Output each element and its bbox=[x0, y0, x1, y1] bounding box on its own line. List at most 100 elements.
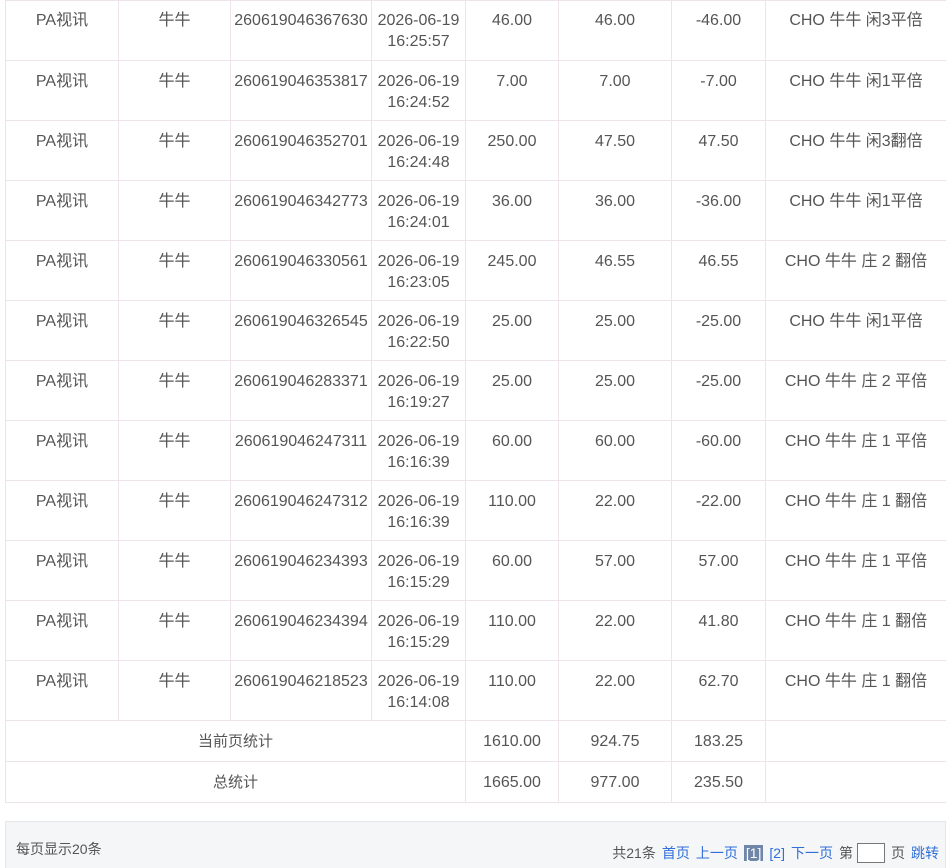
order-number-cell: 260619046352701 bbox=[230, 120, 372, 181]
win-loss-cell: 47.50 bbox=[671, 120, 766, 181]
bet-amount-cell: 110.00 bbox=[465, 600, 559, 661]
game-cell: 牛牛 bbox=[118, 540, 231, 601]
table-body: PA视讯 牛牛 260619046367630 2026-06-19 16:25:57… bbox=[5, 0, 946, 721]
table-row: PA视讯 牛牛 260619046326545 2026-06-19 16:22:50… bbox=[5, 300, 946, 361]
game-cell: 牛牛 bbox=[118, 420, 231, 481]
order-number-cell: 260619046247311 bbox=[230, 420, 372, 481]
platform-cell: PA视讯 bbox=[5, 540, 119, 601]
bet-detail-cell: CHO 牛牛 庄 1 平倍 bbox=[765, 420, 946, 481]
platform-cell: PA视讯 bbox=[5, 660, 119, 721]
bet-time-cell: 2026-06-19 16:22:50 bbox=[371, 300, 466, 361]
bet-amount-cell: 110.00 bbox=[465, 480, 559, 541]
valid-amount-cell: 7.00 bbox=[558, 60, 672, 121]
win-loss-cell: 62.70 bbox=[671, 660, 766, 721]
page-summary-row: 当前页统计 1610.00 924.75 183.25 bbox=[5, 720, 946, 762]
order-number-cell: 260619046330561 bbox=[230, 240, 372, 301]
bet-detail-cell: CHO 牛牛 闲1平倍 bbox=[765, 60, 946, 121]
page-2-link[interactable]: [2] bbox=[769, 845, 785, 861]
bet-detail-cell: CHO 牛牛 庄 1 翻倍 bbox=[765, 480, 946, 541]
valid-amount-cell: 22.00 bbox=[558, 660, 672, 721]
bet-amount-cell: 60.00 bbox=[465, 420, 559, 481]
valid-amount-cell: 57.00 bbox=[558, 540, 672, 601]
game-cell: 牛牛 bbox=[118, 360, 231, 421]
jump-button[interactable]: 跳转 bbox=[911, 843, 939, 863]
platform-cell: PA视讯 bbox=[5, 300, 119, 361]
bet-time-cell: 2026-06-19 16:14:08 bbox=[371, 660, 466, 721]
bet-detail-cell: CHO 牛牛 庄 1 平倍 bbox=[765, 540, 946, 601]
platform-cell: PA视讯 bbox=[5, 120, 119, 181]
win-loss-cell: -60.00 bbox=[671, 420, 766, 481]
table-row: PA视讯 牛牛 260619046342773 2026-06-19 16:24:01… bbox=[5, 180, 946, 241]
bet-amount-cell: 110.00 bbox=[465, 660, 559, 721]
platform-cell: PA视讯 bbox=[5, 60, 119, 121]
bet-amount-cell: 46.00 bbox=[465, 0, 559, 61]
table-row: PA视讯 牛牛 260619046234394 2026-06-19 16:15:29… bbox=[5, 600, 946, 661]
order-number-cell: 260619046247312 bbox=[230, 480, 372, 541]
total-summary-empty bbox=[765, 761, 946, 803]
next-page-link[interactable]: 下一页 bbox=[791, 843, 833, 863]
valid-amount-cell: 22.00 bbox=[558, 600, 672, 661]
page-summary-bet: 1610.00 bbox=[465, 720, 559, 762]
order-number-cell: 260619046234393 bbox=[230, 540, 372, 601]
summary-body: 当前页统计 1610.00 924.75 183.25 总统计 1665.00 … bbox=[5, 720, 946, 803]
win-loss-cell: -25.00 bbox=[671, 360, 766, 421]
pagination-controls: 共21条 首页 上一页 [1] [2] 下一页 第 页 跳转 bbox=[606, 843, 939, 863]
total-summary-row: 总统计 1665.00 977.00 235.50 bbox=[5, 761, 946, 803]
valid-amount-cell: 47.50 bbox=[558, 120, 672, 181]
game-cell: 牛牛 bbox=[118, 60, 231, 121]
bet-time-cell: 2026-06-19 16:24:01 bbox=[371, 180, 466, 241]
valid-amount-cell: 25.00 bbox=[558, 360, 672, 421]
game-cell: 牛牛 bbox=[118, 180, 231, 241]
bet-time-cell: 2026-06-19 16:15:29 bbox=[371, 540, 466, 601]
bet-detail-cell: CHO 牛牛 闲3翻倍 bbox=[765, 120, 946, 181]
game-cell: 牛牛 bbox=[118, 240, 231, 301]
table-row: PA视讯 牛牛 260619046367630 2026-06-19 16:25:57… bbox=[5, 0, 946, 61]
total-count: 共21条 bbox=[612, 845, 656, 861]
win-loss-cell: 57.00 bbox=[671, 540, 766, 601]
bet-amount-cell: 36.00 bbox=[465, 180, 559, 241]
valid-amount-cell: 46.55 bbox=[558, 240, 672, 301]
pagination-bar: 每页显示20条 共21条 首页 上一页 [1] [2] 下一页 第 页 跳转 bbox=[5, 821, 946, 868]
platform-cell: PA视讯 bbox=[5, 360, 119, 421]
platform-cell: PA视讯 bbox=[5, 480, 119, 541]
prev-page-link[interactable]: 上一页 bbox=[696, 843, 738, 863]
platform-cell: PA视讯 bbox=[5, 0, 119, 61]
bet-detail-cell: CHO 牛牛 闲1平倍 bbox=[765, 300, 946, 361]
bet-records-table-wrapper: PA视讯 牛牛 260619046367630 2026-06-19 16:25:57… bbox=[5, 0, 946, 803]
goto-page-input[interactable] bbox=[857, 843, 885, 863]
order-number-cell: 260619046353817 bbox=[230, 60, 372, 121]
page-summary-valid: 924.75 bbox=[558, 720, 672, 762]
order-number-cell: 260619046326545 bbox=[230, 300, 372, 361]
bet-time-cell: 2026-06-19 16:19:27 bbox=[371, 360, 466, 421]
game-cell: 牛牛 bbox=[118, 480, 231, 541]
platform-cell: PA视讯 bbox=[5, 420, 119, 481]
bet-amount-cell: 25.00 bbox=[465, 360, 559, 421]
win-loss-cell: -36.00 bbox=[671, 180, 766, 241]
bet-detail-cell: CHO 牛牛 庄 2 平倍 bbox=[765, 360, 946, 421]
bet-amount-cell: 245.00 bbox=[465, 240, 559, 301]
bet-amount-cell: 7.00 bbox=[465, 60, 559, 121]
table-row: PA视讯 牛牛 260619046247311 2026-06-19 16:16:39… bbox=[5, 420, 946, 481]
bet-detail-cell: CHO 牛牛 庄 2 翻倍 bbox=[765, 240, 946, 301]
bet-time-cell: 2026-06-19 16:23:05 bbox=[371, 240, 466, 301]
win-loss-cell: -7.00 bbox=[671, 60, 766, 121]
bet-time-cell: 2026-06-19 16:16:39 bbox=[371, 480, 466, 541]
bet-amount-cell: 25.00 bbox=[465, 300, 559, 361]
table-row: PA视讯 牛牛 260619046353817 2026-06-19 16:24:52… bbox=[5, 60, 946, 121]
order-number-cell: 260619046218523 bbox=[230, 660, 372, 721]
bet-time-cell: 2026-06-19 16:16:39 bbox=[371, 420, 466, 481]
win-loss-cell: 41.80 bbox=[671, 600, 766, 661]
table-row: PA视讯 牛牛 260619046352701 2026-06-19 16:24:48… bbox=[5, 120, 946, 181]
table-row: PA视讯 牛牛 260619046234393 2026-06-19 16:15:29… bbox=[5, 540, 946, 601]
total-summary-bet: 1665.00 bbox=[465, 761, 559, 803]
win-loss-cell: 46.55 bbox=[671, 240, 766, 301]
order-number-cell: 260619046342773 bbox=[230, 180, 372, 241]
bet-time-cell: 2026-06-19 16:24:52 bbox=[371, 60, 466, 121]
order-number-cell: 260619046367630 bbox=[230, 0, 372, 61]
first-page-link[interactable]: 首页 bbox=[662, 843, 690, 863]
platform-cell: PA视讯 bbox=[5, 180, 119, 241]
platform-cell: PA视讯 bbox=[5, 600, 119, 661]
goto-suffix: 页 bbox=[891, 845, 905, 861]
game-cell: 牛牛 bbox=[118, 600, 231, 661]
page-summary-label: 当前页统计 bbox=[5, 720, 466, 762]
